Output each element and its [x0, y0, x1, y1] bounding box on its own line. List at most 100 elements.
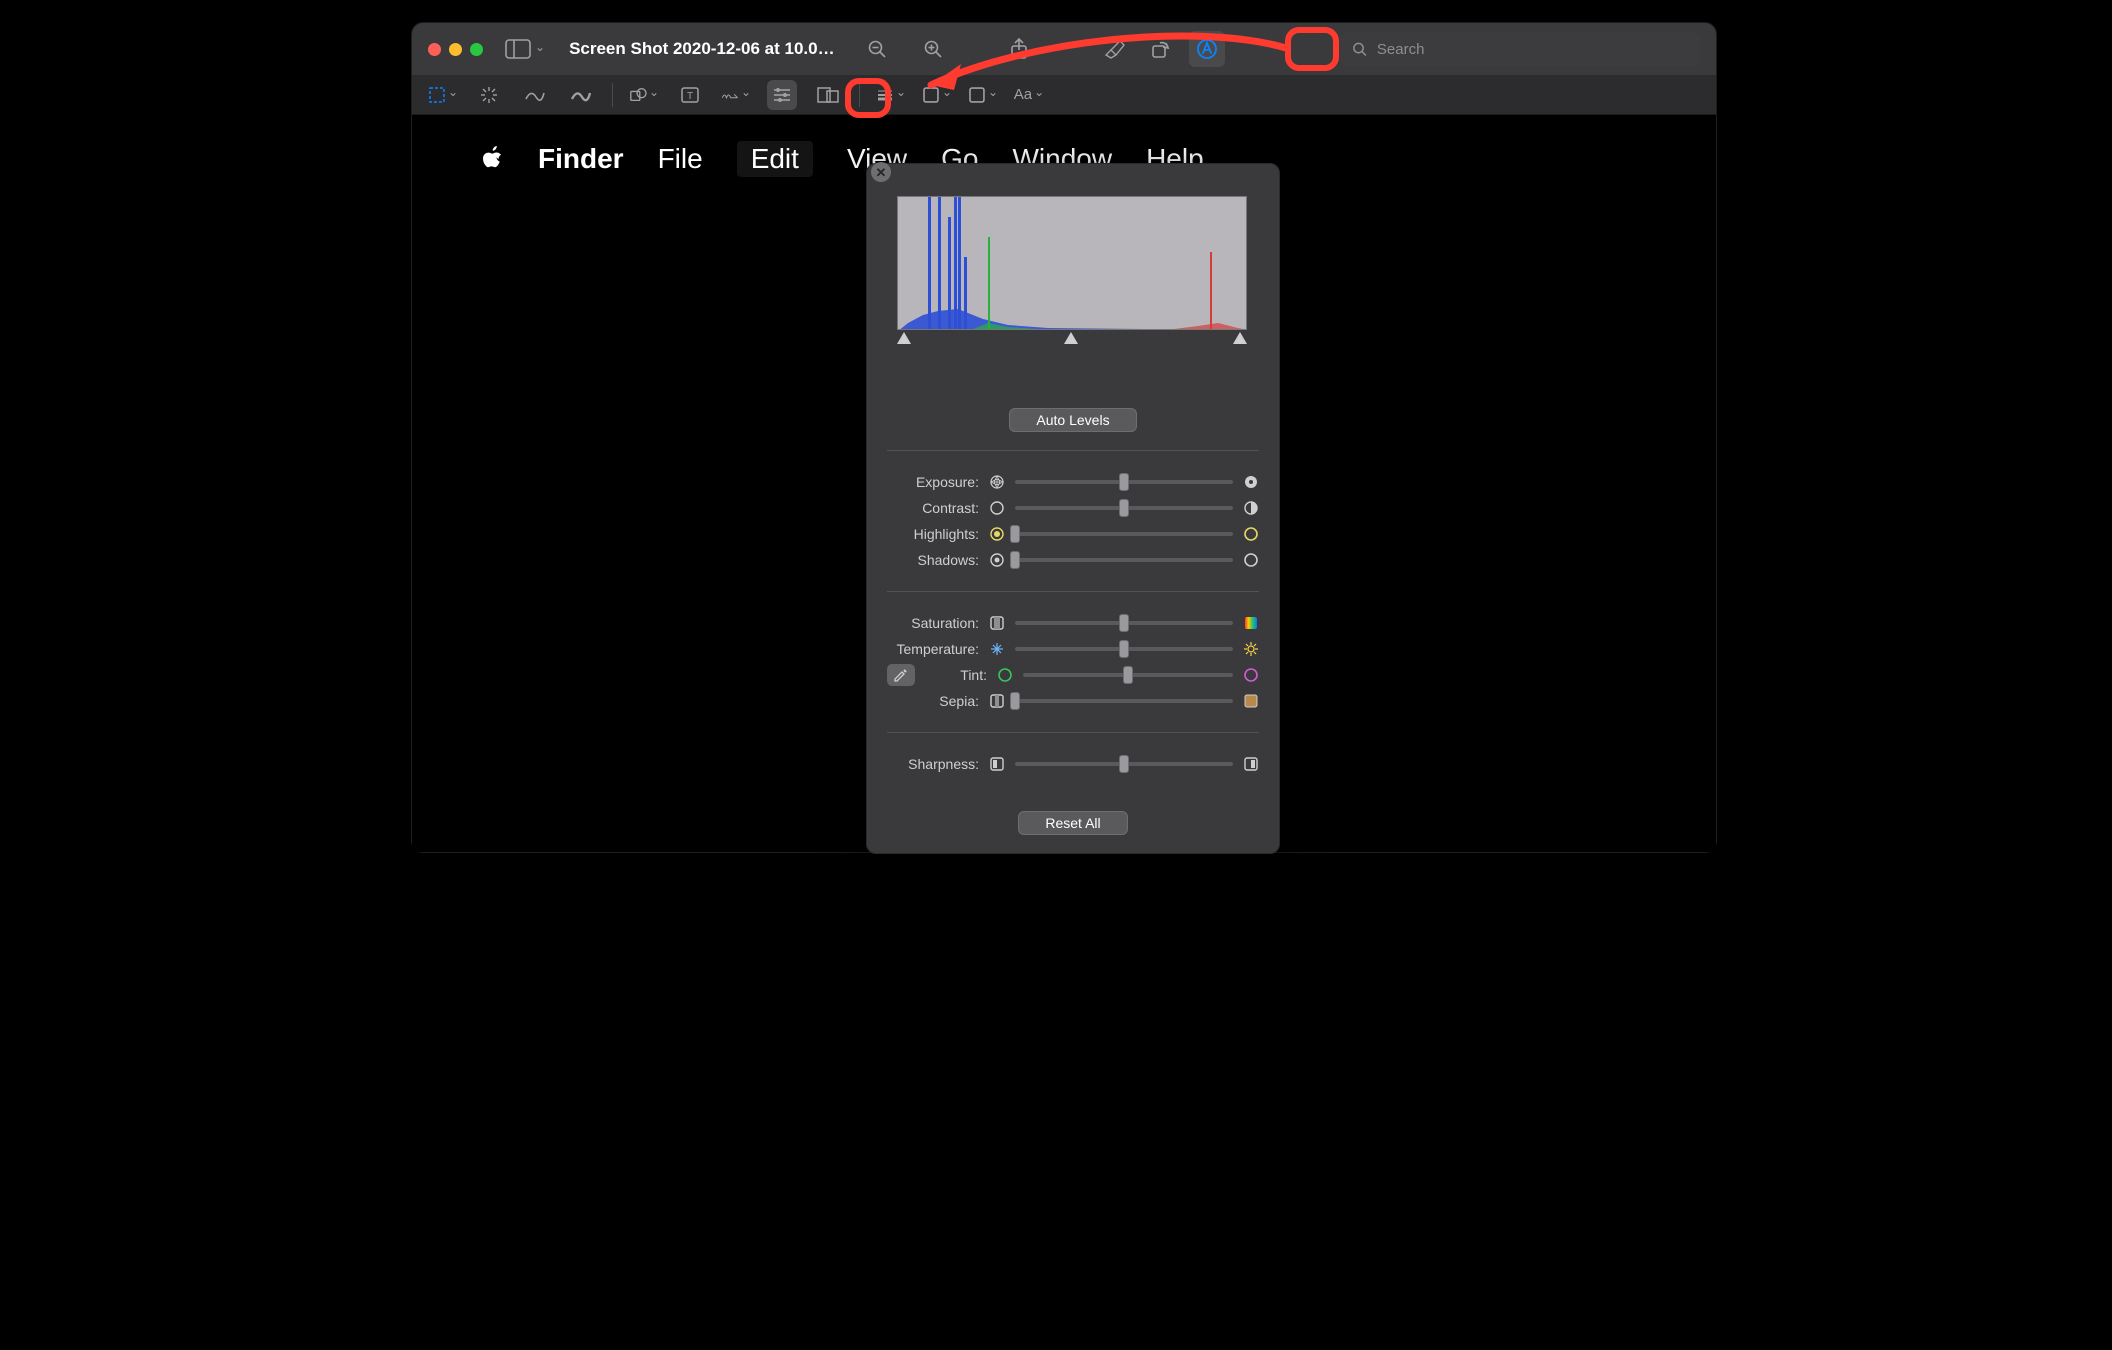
minimize-window-button[interactable]: [449, 43, 462, 56]
shadows-low-icon: [989, 552, 1005, 568]
toolbar-divider: [612, 83, 613, 107]
reset-all-button[interactable]: Reset All: [1018, 811, 1127, 835]
share-icon: [1010, 38, 1028, 60]
shadows-slider[interactable]: [1015, 552, 1233, 568]
sepia-label: Sepia:: [887, 693, 979, 709]
temperature-slider[interactable]: [1015, 641, 1233, 657]
zoom-in-icon: [923, 39, 943, 59]
sepia-row: Sepia:: [867, 688, 1279, 714]
tint-eyedropper-button[interactable]: [887, 664, 915, 686]
menubar-app-name: Finder: [538, 143, 624, 175]
aperture-closed-icon: [1243, 474, 1259, 490]
sharpness-row: Sharpness:: [867, 751, 1279, 777]
adjust-size-button[interactable]: [813, 80, 843, 110]
highlights-slider[interactable]: [1015, 526, 1233, 542]
highlights-label: Highlights:: [887, 526, 979, 542]
temperature-label: Temperature:: [887, 641, 979, 657]
text-box-icon: T: [680, 86, 700, 104]
markup-button[interactable]: [1189, 31, 1225, 67]
selection-tool-button[interactable]: [428, 80, 458, 110]
contrast-slider[interactable]: [1015, 500, 1233, 516]
shapes-button[interactable]: [629, 80, 659, 110]
highlights-low-icon: [989, 526, 1005, 542]
document-title: Screen Shot 2020-12-06 at 10.0…: [569, 39, 835, 59]
tint-slider[interactable]: [1023, 667, 1233, 683]
zoom-in-button[interactable]: [915, 31, 951, 67]
sepia-on-icon: [1243, 693, 1259, 709]
selection-rect-icon: [428, 86, 446, 104]
temperature-cool-icon: [989, 641, 1005, 657]
text-button[interactable]: T: [675, 80, 705, 110]
highlighter-icon: [1103, 39, 1127, 59]
aperture-open-icon: [989, 474, 1005, 490]
markup-toolbar: T: [412, 75, 1716, 115]
svg-text:T: T: [687, 91, 693, 102]
fullscreen-window-button[interactable]: [470, 43, 483, 56]
levels-black-point-handle[interactable]: [897, 332, 911, 344]
popover-close-button[interactable]: ✕: [871, 162, 891, 182]
draw-icon: [570, 87, 592, 103]
adjust-color-button[interactable]: [767, 80, 797, 110]
temperature-row: Temperature:: [867, 636, 1279, 662]
sharpness-high-icon: [1243, 756, 1259, 772]
fill-color-icon: [968, 86, 986, 104]
rotate-icon: [1150, 39, 1172, 59]
apple-logo-icon: [482, 146, 504, 172]
levels-mid-point-handle[interactable]: [1064, 332, 1078, 344]
markup-icon: [1196, 38, 1218, 60]
sepia-slider[interactable]: [1015, 693, 1233, 709]
tint-row: Tint:: [867, 662, 1279, 688]
sign-button[interactable]: [721, 80, 751, 110]
highlight-button[interactable]: [1097, 31, 1133, 67]
search-field[interactable]: [1340, 32, 1700, 66]
adjust-color-popover: ✕: [866, 163, 1280, 854]
search-icon: [1352, 41, 1367, 57]
tint-label: Tint:: [927, 667, 987, 683]
saturation-slider[interactable]: [1015, 615, 1233, 631]
rotate-button[interactable]: [1143, 31, 1179, 67]
zoom-out-button[interactable]: [859, 31, 895, 67]
saturation-row: Saturation:: [867, 610, 1279, 636]
contrast-row: Contrast:: [867, 495, 1279, 521]
resize-icon: [817, 87, 839, 103]
chevron-down-icon: ⌄: [535, 40, 545, 54]
sketch-icon: [524, 87, 546, 103]
sketch-button[interactable]: [520, 80, 550, 110]
close-window-button[interactable]: [428, 43, 441, 56]
share-button[interactable]: [1001, 31, 1037, 67]
exposure-slider[interactable]: [1015, 474, 1233, 490]
sidebar-icon: [505, 39, 531, 59]
levels-white-point-handle[interactable]: [1233, 332, 1247, 344]
tint-green-icon: [997, 667, 1013, 683]
sharpness-low-icon: [989, 756, 1005, 772]
sliders-icon: [772, 87, 792, 103]
shadows-high-icon: [1243, 552, 1259, 568]
contrast-label: Contrast:: [887, 500, 979, 516]
shadows-label: Shadows:: [887, 552, 979, 568]
line-weight-button[interactable]: [876, 80, 906, 110]
zoom-out-icon: [867, 39, 887, 59]
line-weight-icon: [876, 88, 894, 102]
sidebar-toggle-button[interactable]: ⌄: [505, 39, 545, 59]
draw-button[interactable]: [566, 80, 596, 110]
border-color-button[interactable]: [922, 80, 952, 110]
histogram: [897, 196, 1247, 330]
search-input[interactable]: [1375, 40, 1688, 59]
highlights-high-icon: [1243, 526, 1259, 542]
fill-color-button[interactable]: [968, 80, 998, 110]
sharpness-slider[interactable]: [1015, 756, 1233, 772]
menubar-item-file: File: [658, 143, 703, 175]
exposure-label: Exposure:: [887, 474, 979, 490]
titlebar: ⌄ Screen Shot 2020-12-06 at 10.0…: [412, 23, 1716, 75]
window-controls: [428, 43, 483, 56]
tint-magenta-icon: [1243, 667, 1259, 683]
text-style-button[interactable]: Aa: [1014, 80, 1044, 110]
signature-icon: [721, 87, 739, 103]
instant-alpha-button[interactable]: [474, 80, 504, 110]
sharpness-label: Sharpness:: [887, 756, 979, 772]
saturation-label: Saturation:: [887, 615, 979, 631]
temperature-warm-icon: [1243, 641, 1259, 657]
auto-levels-button[interactable]: Auto Levels: [1009, 408, 1136, 432]
contrast-high-icon: [1243, 500, 1259, 516]
saturation-low-icon: [989, 615, 1005, 631]
